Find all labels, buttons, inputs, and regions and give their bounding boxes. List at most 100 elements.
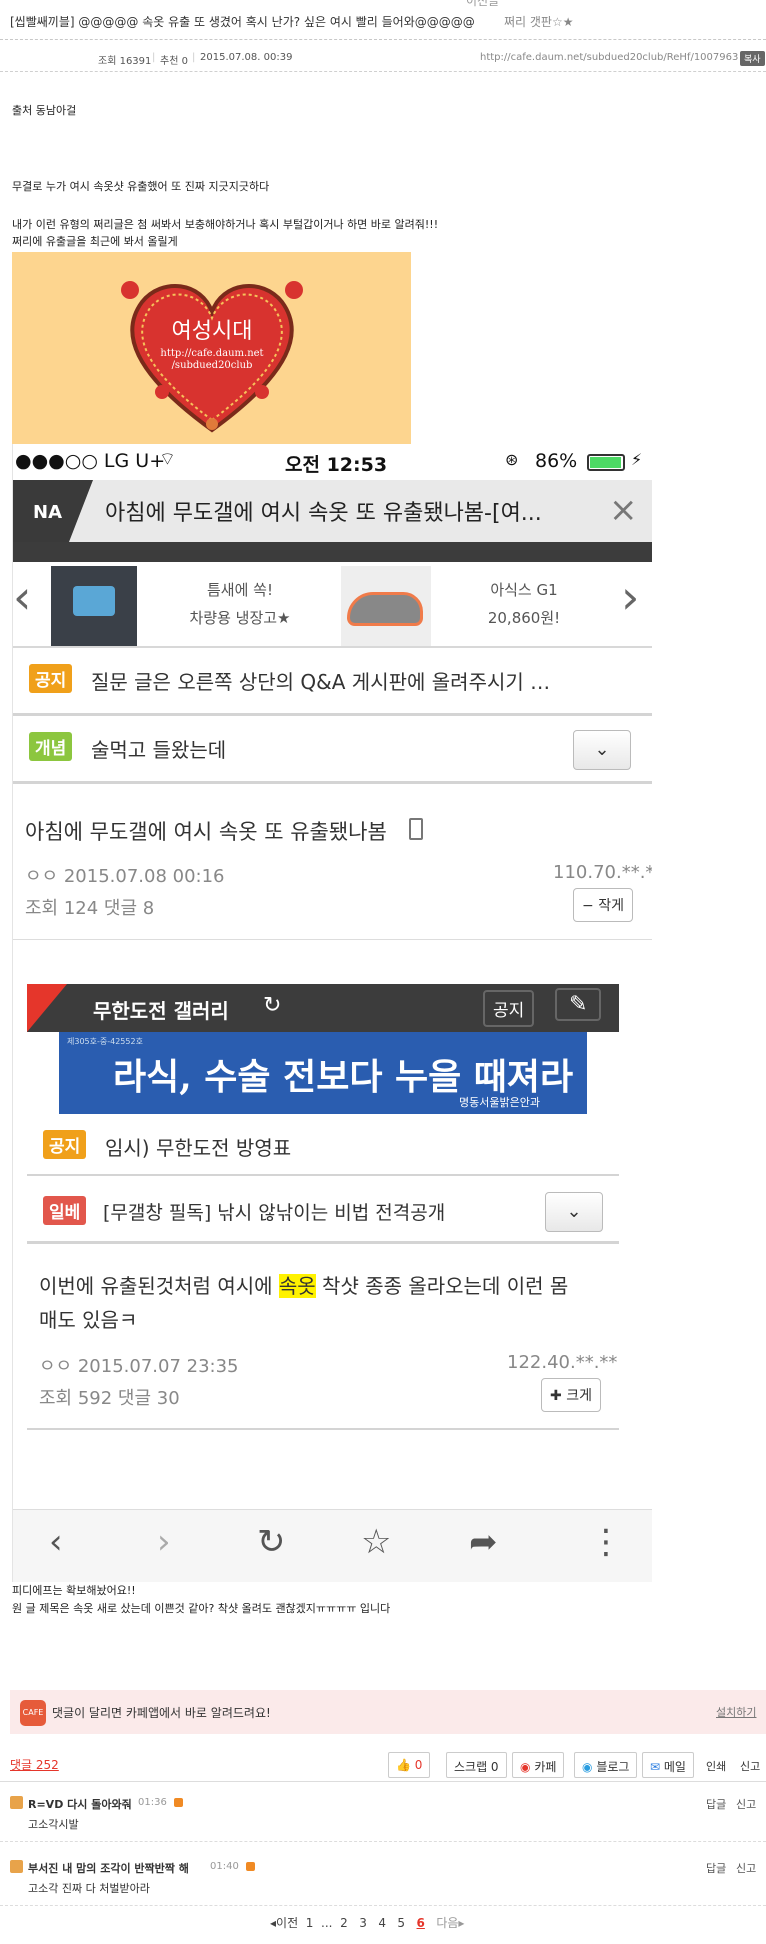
post-url[interactable]: http://cafe.daum.net/subdued20club/ReHf/… — [480, 52, 738, 63]
star-icon[interactable]: ☆ — [361, 1522, 391, 1562]
comment-nick[interactable]: 부서진 내 맘의 조각이 반짝반짝 해 — [28, 1860, 189, 1876]
report-comment-button[interactable]: 신고 — [736, 1860, 756, 1876]
gallery-notice-row[interactable]: 공지 임시) 무한도전 방영표 — [27, 1116, 619, 1176]
concept-row[interactable]: 개념 술먹고 들왔는데 ⌄ — [13, 718, 652, 784]
mail-share-button[interactable]: ✉ 메일 — [642, 1752, 694, 1778]
forward-icon[interactable]: › — [157, 1522, 171, 1562]
view-count: 조회 16391 — [98, 56, 152, 67]
page-link[interactable]: 1 — [306, 1916, 314, 1930]
inner-post-card: 이번에 유출된것처럼 여시에 속옷 착샷 종종 올라오는데 이런 몸 매도 있음… — [27, 1252, 619, 1430]
ilbe-badge: 일베 — [43, 1196, 87, 1225]
highlighted-word: 속옷 — [278, 1274, 316, 1298]
board-name[interactable]: 쩌리 갯판☆★ — [504, 13, 574, 30]
inner-post-title: 이번에 유출된것처럼 여시에 속옷 착샷 종종 올라오는데 이런 몸 — [39, 1274, 569, 1298]
ilbe-row[interactable]: 일베 [무갤창 필독] 낚시 않낚이는 비법 전격공개 ⌄ — [27, 1180, 619, 1244]
comment-time: 01:36 — [138, 1797, 167, 1808]
new-icon — [174, 1798, 183, 1807]
copy-url-button[interactable]: 복사 — [740, 51, 765, 66]
prev-page-button[interactable]: 이전 — [276, 1916, 298, 1930]
more-icon[interactable]: ⋮ — [589, 1522, 623, 1562]
concept-badge: 개념 — [29, 732, 73, 761]
ad-row: ‹ 틈새에 쏙! 차량용 냉장고★ 아식스 G1 20,860원! › — [13, 562, 652, 648]
notice-text: 질문 글은 오른쪽 상단의 Q&A 게시판에 올려주시기 … — [91, 670, 551, 694]
notice-message: 댓글이 달리면 카페앱에서 바로 알려드려요! — [52, 1706, 271, 1720]
ilbe-text: [무갤창 필독] 낚시 않낚이는 비법 전격공개 — [103, 1202, 446, 1224]
reply-button[interactable]: 답글 — [706, 1796, 726, 1812]
mail-icon: ✉ — [650, 1760, 661, 1774]
comment-nick[interactable]: R=VD 다시 돌아와줘 — [28, 1796, 132, 1812]
app-install-notice: CAFE 댓글이 달리면 카페앱에서 바로 알려드려요! 설치하기 — [10, 1690, 766, 1734]
avatar — [10, 1796, 23, 1809]
page-link[interactable]: 4 — [378, 1916, 386, 1930]
inner-post-ip: 122.40.**.** — [507, 1352, 618, 1373]
report-button[interactable]: 신고 — [740, 1758, 760, 1774]
notice-badge: 공지 — [29, 664, 73, 693]
comment-count[interactable]: 댓글 252 — [10, 1756, 59, 1773]
chevron-left-icon[interactable]: ‹ — [13, 570, 31, 624]
reply-button[interactable]: 답글 — [706, 1860, 726, 1876]
dropdown-button-2[interactable]: ⌄ — [545, 1192, 603, 1232]
charging-icon: ⚡ — [631, 450, 643, 469]
install-link[interactable]: 설치하기 — [716, 1704, 756, 1720]
dropdown-button[interactable]: ⌄ — [573, 730, 631, 770]
post-footer-1: 피디에프는 확보해놨어요!! — [12, 1584, 136, 1597]
gallery-notice-badge: 공지 — [43, 1130, 87, 1159]
phone-screenshot: ●●●○○ LG U+ ⌔ 오전 12:53 ⊛ 86% ⚡ NA 아침에 무도… — [12, 444, 652, 1582]
post-datetime: 2015.07.08. 00:39 — [200, 52, 293, 63]
inner-post-stats: 조회 592 댓글 30 — [39, 1388, 180, 1409]
logo-url-2: /subdued20club — [172, 360, 253, 371]
gallery-title: 무한도전 갤러리 — [93, 999, 229, 1023]
close-icon[interactable]: × — [609, 490, 638, 530]
prev-hint[interactable]: 이전글 — [466, 0, 499, 9]
battery-icon — [587, 454, 625, 471]
cafe-icon: ◉ — [520, 1760, 531, 1774]
phone-post-title: 아침에 무도갤에 여시 속옷 또 유출됐나봄 — [25, 820, 387, 844]
post-source: 출처 동남아걸 — [12, 104, 77, 117]
notice-row[interactable]: 공지 질문 글은 오른쪽 상단의 Q&A 게시판에 올려주시기 … — [13, 650, 652, 716]
back-icon[interactable]: ‹ — [49, 1522, 63, 1562]
recommend-count: 추천 0 — [160, 56, 188, 67]
phone-post-author-date: ㅇㅇ 2015.07.08 00:16 — [25, 866, 225, 887]
share-icon[interactable]: ➦ — [469, 1522, 498, 1562]
lasik-banner[interactable]: 제305호-중-42552호 라식, 수술 전보다 누을 때져라 명동서울밝은안… — [59, 1032, 587, 1114]
blog-share-button[interactable]: ◉ 블로그 — [574, 1752, 638, 1778]
chevron-right-icon[interactable]: › — [621, 570, 639, 624]
post-footer-2: 원 글 제목은 속옷 새로 샀는데 이쁜것 같아? 착샷 올려도 괜찮겠지ㅠㅠㅠ… — [12, 1602, 391, 1615]
comment-time: 01:40 — [210, 1861, 239, 1872]
page-ellipsis: ... — [321, 1916, 333, 1930]
dark-strip — [13, 542, 652, 562]
print-button[interactable]: 인쇄 — [706, 1758, 726, 1774]
comment-text: 고소각시발 — [28, 1818, 79, 1831]
scrap-button[interactable]: 스크랩 0 — [446, 1752, 507, 1778]
next-page-button[interactable]: 다음 — [436, 1916, 458, 1930]
page-link[interactable]: 5 — [397, 1916, 405, 1930]
ad2-image[interactable] — [341, 566, 431, 646]
logo-url-1: http://cafe.daum.net — [160, 348, 263, 359]
like-button[interactable]: 👍 0 — [388, 1752, 431, 1778]
page-link[interactable]: 2 — [340, 1916, 348, 1930]
report-comment-button[interactable]: 신고 — [736, 1796, 756, 1812]
post-line-1: 무결로 누가 여시 속옷샷 유출했어 또 진짜 지긋지긋하다 — [12, 180, 270, 193]
post-title: [씹빨쌔끼블] @@@@@ 속옷 유출 또 생겼어 혹시 난가? 싶은 여시 빨… — [10, 15, 475, 29]
enlarge-button[interactable]: ✚ 크게 — [541, 1378, 601, 1412]
battery-percent: 86% — [535, 450, 578, 472]
next-page-icon[interactable]: ▸ — [458, 1916, 464, 1930]
inner-post-author-date: ㅇㅇ 2015.07.07 23:35 — [39, 1356, 239, 1377]
shrink-button[interactable]: − 작게 — [573, 888, 633, 922]
pencil-icon[interactable]: ✎ — [555, 988, 602, 1021]
post-header: 이전글 [씹빨쌔끼블] @@@@@ 속옷 유출 또 생겼어 혹시 난가? 싶은 … — [0, 0, 766, 40]
refresh-icon[interactable]: ↻ — [263, 993, 281, 1018]
heart-logo-graphic: 여성시대 http://cafe.daum.net /subdued20club — [121, 281, 303, 433]
logo-text: 여성시대 — [172, 319, 253, 344]
reload-icon[interactable]: ↻ — [257, 1522, 286, 1562]
site-logo[interactable]: NA — [13, 480, 93, 542]
page-link[interactable]: 3 — [359, 1916, 367, 1930]
gallery-notice-button[interactable]: 공지 — [483, 990, 535, 1027]
cafe-logo-image: 여성시대 http://cafe.daum.net /subdued20club — [12, 252, 411, 444]
current-page[interactable]: 6 — [417, 1916, 425, 1930]
ad2-text[interactable]: 아식스 G1 20,860원! — [431, 576, 617, 632]
ad1-image[interactable] — [51, 566, 137, 646]
browser-toolbar: ‹ › ↻ ☆ ➦ ⋮ — [13, 1509, 652, 1582]
ad1-text[interactable]: 틈새에 쏙! 차량용 냉장고★ — [137, 576, 343, 632]
cafe-share-button[interactable]: ◉ 카페 — [512, 1752, 565, 1778]
